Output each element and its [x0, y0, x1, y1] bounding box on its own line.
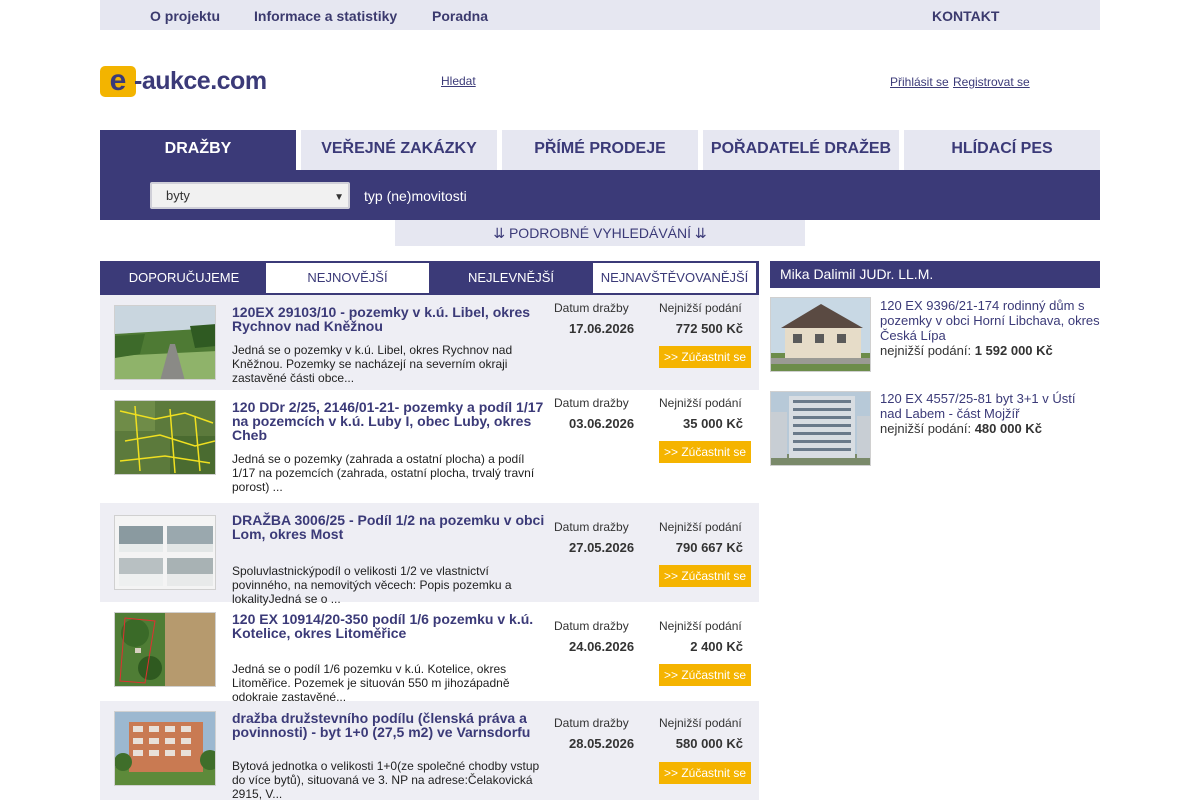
advanced-search-toggle[interactable]: ⇊ PODROBNÉ VYHLEDÁVÁNÍ ⇊ — [395, 220, 805, 246]
table-row: dražba družstevního podílu (členská práv… — [100, 701, 759, 800]
auction-title[interactable]: 120EX 29103/10 - pozemky v k.ú. Libel, o… — [232, 305, 548, 333]
sidebar-price-value: 480 000 Kč — [974, 421, 1042, 436]
auction-price: 2 400 Kč — [690, 639, 743, 654]
nav-tab-organizers[interactable]: POŘADATELÉ DRAŽEB — [703, 130, 899, 170]
auction-date: 24.06.2026 — [569, 639, 635, 654]
auction-date-label: Datum dražby — [554, 301, 629, 315]
auction-date-label: Datum dražby — [554, 520, 629, 534]
participate-button[interactable]: >> Zúčastnit se — [659, 346, 751, 368]
tab-newest[interactable]: NEJNOVĚJŠÍ — [266, 263, 429, 293]
tab-cheapest[interactable]: NEJLEVNĚJŠÍ — [429, 263, 593, 293]
logo-text: -aukce.com — [134, 67, 267, 95]
sidebar-item-title[interactable]: 120 EX 4557/25-81 byt 3+1 v Ústí nad Lab… — [880, 391, 1100, 421]
top-link-about[interactable]: O projektu — [150, 8, 220, 24]
participate-button[interactable]: >> Zúčastnit se — [659, 664, 751, 686]
auction-description: Jedná se o pozemky (zahrada a ostatní pl… — [232, 452, 535, 494]
auction-price-label: Nejnižší podání — [659, 396, 742, 410]
table-row: 120 DDr 2/25, 2146/01-21- pozemky a podí… — [100, 390, 759, 503]
sidebar-item-price: nejnižší podání: 480 000 Kč — [880, 421, 1042, 436]
main-navigation: DRAŽBY VEŘEJNÉ ZAKÁZKY PŘÍMÉ PRODEJE POŘ… — [100, 130, 1100, 170]
sidebar-item: 120 EX 9396/21-174 rodinný dům s pozemky… — [770, 297, 1100, 377]
participate-button[interactable]: >> Zúčastnit se — [659, 441, 751, 463]
listing-tabs: DOPORUČUJEME NEJNOVĚJŠÍ NEJLEVNĚJŠÍ NEJN… — [100, 261, 759, 295]
nav-tab-direct-sales[interactable]: PŘÍMÉ PRODEJE — [502, 130, 698, 170]
tab-recommended[interactable]: DOPORUČUJEME — [102, 263, 266, 293]
login-link[interactable]: Přihlásit se — [890, 75, 949, 89]
auction-description: Jedná se o podíl 1/6 pozemku v k.ú. Kote… — [232, 662, 510, 704]
top-navigation: O projektu Informace a statistiky Poradn… — [100, 0, 1100, 30]
table-row: 120EX 29103/10 - pozemky v k.ú. Libel, o… — [100, 295, 759, 390]
auction-price: 790 667 Kč — [675, 540, 743, 555]
sidebar-price-value: 1 592 000 Kč — [974, 343, 1053, 358]
auction-title[interactable]: 120 DDr 2/25, 2146/01-21- pozemky a podí… — [232, 400, 548, 442]
sidebar-price-label: nejnižší podání: — [880, 343, 972, 358]
auction-date: 03.06.2026 — [569, 416, 635, 431]
top-link-contact[interactable]: KONTAKT — [932, 8, 999, 24]
sidebar-item-title[interactable]: 120 EX 9396/21-174 rodinný dům s pozemky… — [880, 298, 1100, 343]
chevron-down-icon: ▼ — [334, 192, 344, 203]
auction-thumbnail[interactable] — [114, 612, 216, 687]
filter-bar: byty ▼ typ (ne)movitosti — [100, 170, 1100, 220]
auction-date-label: Datum dražby — [554, 396, 629, 410]
auction-price-label: Nejnižší podání — [659, 520, 742, 534]
search-link[interactable]: Hledat — [441, 74, 476, 88]
auction-list: 120EX 29103/10 - pozemky v k.ú. Libel, o… — [100, 295, 759, 800]
sidebar-thumbnail[interactable] — [770, 297, 871, 372]
auction-price-label: Nejnižší podání — [659, 619, 742, 633]
auction-price: 580 000 Kč — [675, 736, 743, 751]
auction-date: 27.05.2026 — [569, 540, 635, 555]
table-row: DRAŽBA 3006/25 - Podíl 1/2 na pozemku v … — [100, 503, 759, 606]
auction-price: 772 500 Kč — [675, 321, 743, 336]
top-link-info[interactable]: Informace a statistiky — [254, 8, 397, 24]
auction-thumbnail[interactable] — [114, 515, 216, 590]
nav-tab-watchdog[interactable]: HLÍDACÍ PES — [904, 130, 1100, 170]
sidebar-item: 120 EX 4557/25-81 byt 3+1 v Ústí nad Lab… — [770, 391, 1100, 471]
sidebar-item-price: nejnižší podání: 1 592 000 Kč — [880, 343, 1053, 358]
property-type-label: typ (ne)movitosti — [364, 188, 467, 204]
auction-price-label: Nejnižší podání — [659, 716, 742, 730]
tab-most-visited[interactable]: NEJNAVŠTĚVOVANĚJŠÍ — [593, 263, 756, 293]
table-row: 120 EX 10914/20-350 podíl 1/6 pozemku v … — [100, 602, 759, 704]
auction-date-label: Datum dražby — [554, 716, 629, 730]
logo-letter: e — [100, 66, 136, 97]
nav-tab-public-tenders[interactable]: VEŘEJNÉ ZAKÁZKY — [301, 130, 497, 170]
auction-price: 35 000 Kč — [683, 416, 743, 431]
sidebar-price-label: nejnižší podání: — [880, 421, 972, 436]
participate-button[interactable]: >> Zúčastnit se — [659, 565, 751, 587]
nav-tab-auctions[interactable]: DRAŽBY — [100, 130, 296, 170]
sidebar-heading[interactable]: Mika Dalimil JUDr. LL.M. — [770, 261, 1100, 288]
auction-description: Jedná se o pozemky v k.ú. Libel, okres R… — [232, 343, 513, 385]
auction-description: Bytová jednotka o velikosti 1+0(ze spole… — [232, 759, 540, 800]
auction-thumbnail[interactable] — [114, 305, 216, 380]
sidebar-thumbnail[interactable] — [770, 391, 871, 466]
auction-date: 28.05.2026 — [569, 736, 635, 751]
auction-date: 17.06.2026 — [569, 321, 635, 336]
property-type-value: byty — [166, 188, 190, 203]
top-link-help[interactable]: Poradna — [432, 8, 488, 24]
auction-price-label: Nejnižší podání — [659, 301, 742, 315]
auction-title[interactable]: dražba družstevního podílu (členská práv… — [232, 711, 548, 739]
auction-thumbnail[interactable] — [114, 400, 216, 475]
auction-thumbnail[interactable] — [114, 711, 216, 786]
site-logo[interactable]: e -aukce.com — [100, 66, 281, 97]
participate-button[interactable]: >> Zúčastnit se — [659, 762, 751, 784]
auction-title[interactable]: DRAŽBA 3006/25 - Podíl 1/2 na pozemku v … — [232, 513, 548, 541]
property-type-select[interactable]: byty ▼ — [150, 182, 350, 209]
auction-description: Spoluvlastnickýpodíl o velikosti 1/2 ve … — [232, 564, 512, 606]
auction-date-label: Datum dražby — [554, 619, 629, 633]
register-link[interactable]: Registrovat se — [953, 75, 1030, 89]
auction-title[interactable]: 120 EX 10914/20-350 podíl 1/6 pozemku v … — [232, 612, 548, 640]
